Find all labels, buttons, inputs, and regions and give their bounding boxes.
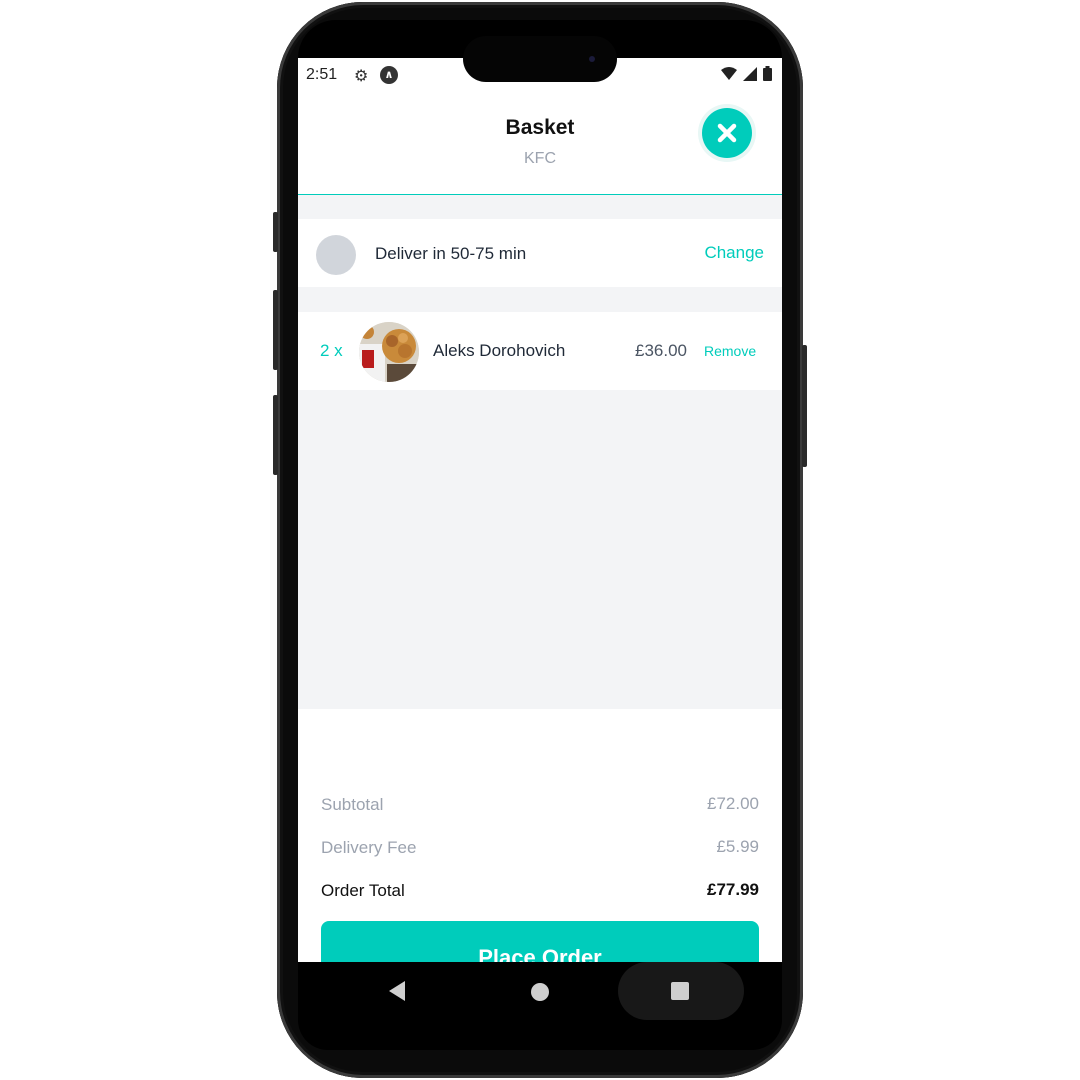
screen-bottom-bezel xyxy=(298,1020,782,1050)
order-total-label: Order Total xyxy=(321,881,405,900)
app-screen: 2:51 ⚙ ∧ Basket KFC Deliver in 50-75 min… xyxy=(298,58,782,1020)
signal-icon xyxy=(743,67,758,81)
camera-dot xyxy=(589,56,595,62)
dish-name: Aleks Dorohovich xyxy=(433,341,566,360)
battery-icon xyxy=(763,66,772,81)
phone-side-button xyxy=(273,212,278,252)
recents-icon[interactable] xyxy=(671,982,689,1000)
subtotal-label: Subtotal xyxy=(321,795,384,814)
delivery-avatar xyxy=(316,235,356,275)
navigation-bar xyxy=(298,962,782,1020)
phone-side-button xyxy=(802,345,807,467)
dish-price: £36.00 xyxy=(635,341,687,360)
status-icons xyxy=(721,66,772,84)
delivery-time-text: Deliver in 50-75 min xyxy=(375,244,527,263)
accessibility-icon: ∧ xyxy=(380,66,398,84)
change-delivery-link[interactable]: Change xyxy=(704,243,764,263)
item-quantity: 2 x xyxy=(320,341,343,360)
phone-side-button xyxy=(273,290,278,370)
delivery-row: Deliver in 50-75 min Change xyxy=(298,219,782,287)
wifi-icon xyxy=(721,67,738,80)
delivery-fee-value: £5.99 xyxy=(716,837,759,856)
order-total-value: £77.99 xyxy=(707,880,759,899)
list-item: 2 x Aleks Dorohovich £36.00 Remove xyxy=(298,312,782,390)
restaurant-name: KFC xyxy=(524,150,556,167)
close-button[interactable] xyxy=(702,108,752,158)
status-time: 2:51 xyxy=(306,66,338,83)
dish-image xyxy=(359,322,419,382)
phone-side-button xyxy=(273,395,278,475)
subtotal-value: £72.00 xyxy=(707,794,759,813)
dynamic-island xyxy=(463,36,617,82)
home-icon[interactable] xyxy=(531,983,549,1001)
delivery-fee-label: Delivery Fee xyxy=(321,838,417,857)
close-icon xyxy=(717,123,737,143)
basket-header: Basket KFC xyxy=(298,94,782,195)
remove-item-link[interactable]: Remove xyxy=(704,343,756,359)
back-icon[interactable] xyxy=(388,980,406,1002)
settings-icon: ⚙ xyxy=(354,68,369,85)
